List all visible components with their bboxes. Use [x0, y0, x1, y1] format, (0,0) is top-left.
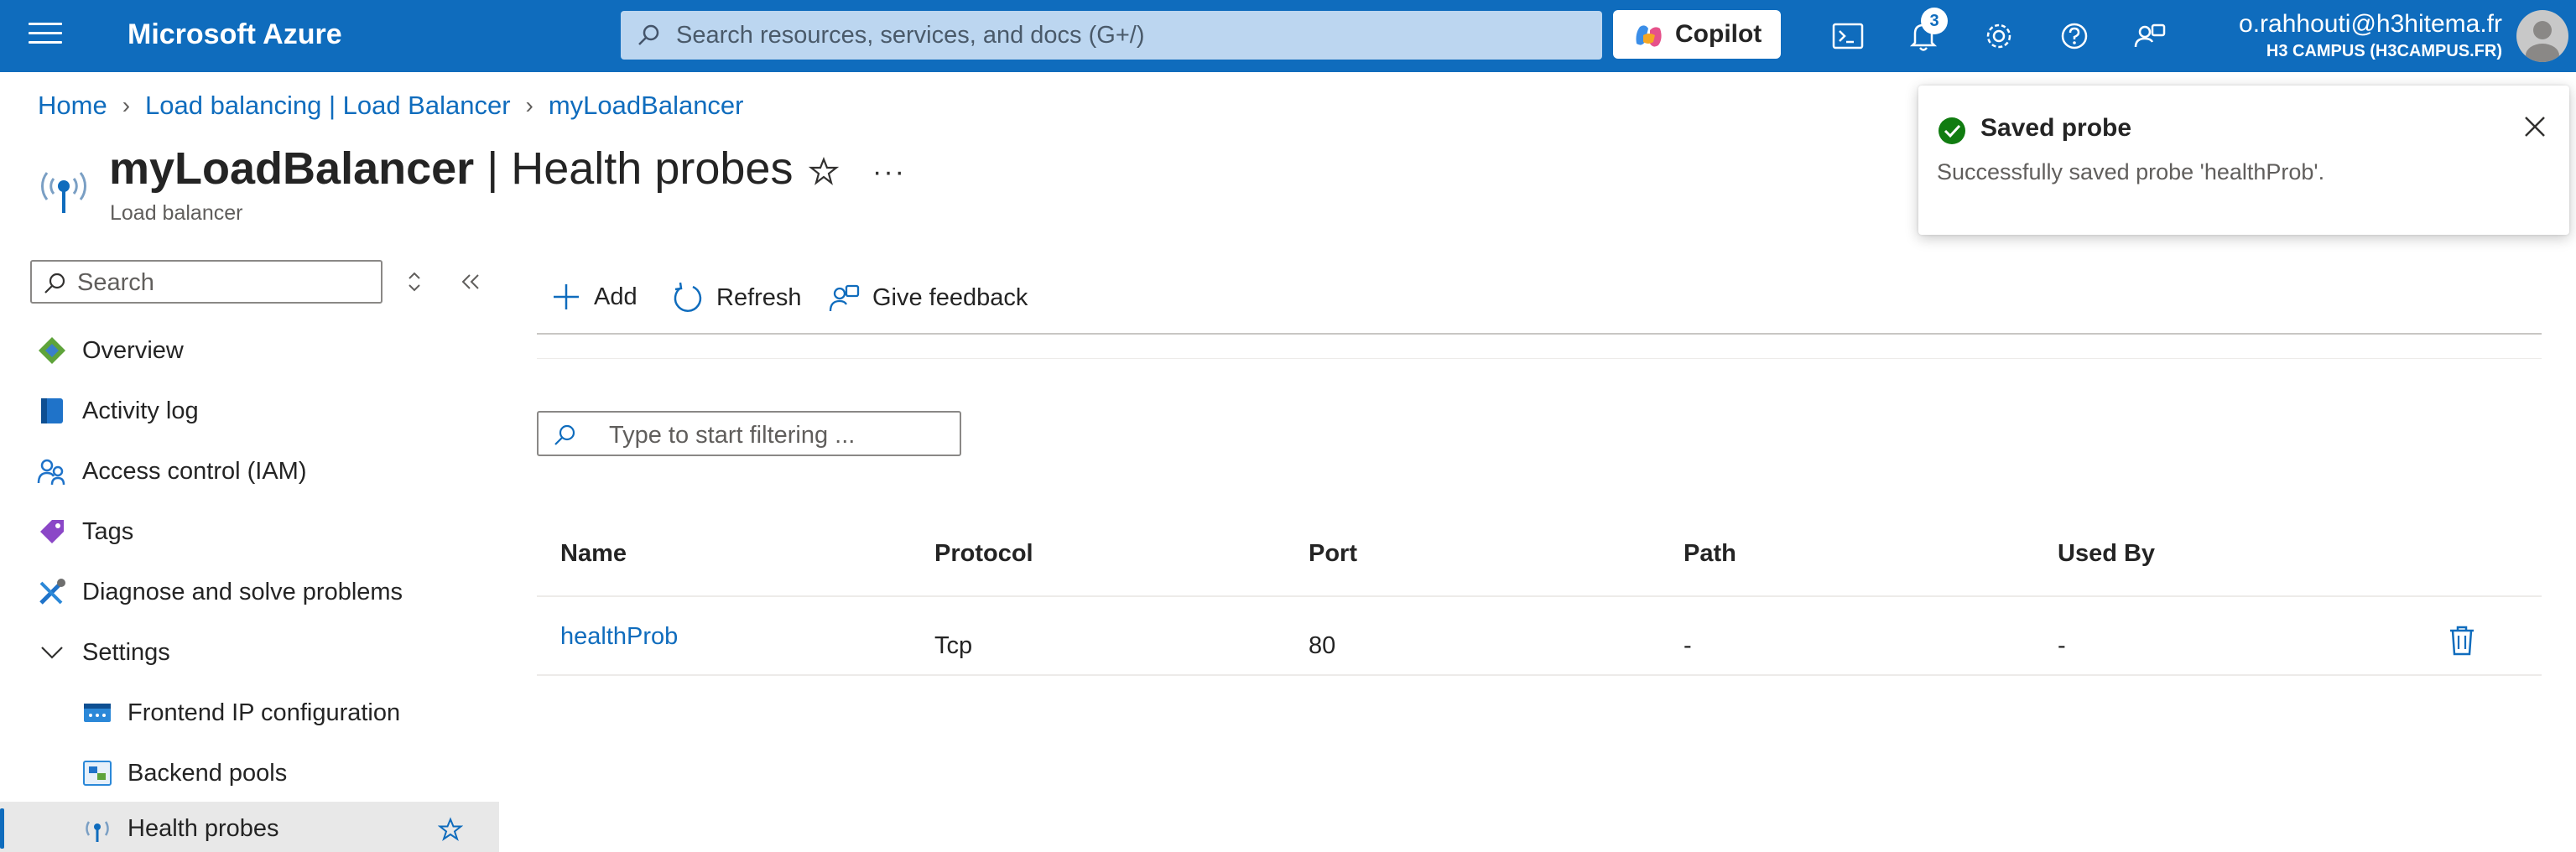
close-icon[interactable] [2521, 112, 2549, 141]
refresh-icon [674, 282, 702, 312]
breadcrumb-load-balancing[interactable]: Load balancing | Load Balancer [145, 91, 511, 121]
column-header-name[interactable]: Name [560, 540, 627, 568]
chevron-right-icon: › [525, 92, 533, 118]
breadcrumb-home[interactable]: Home [38, 91, 107, 121]
chevron-right-icon: › [122, 92, 131, 118]
search-icon [44, 273, 65, 294]
search-icon [554, 424, 575, 445]
activity-log-icon [41, 398, 63, 423]
sidebar-item-health-probes[interactable]: Health probes [0, 802, 499, 852]
resource-name: myLoadBalancer [109, 143, 475, 194]
probe-protocol: Tcp [934, 632, 973, 659]
resource-type-subtitle: Load balancer [110, 201, 243, 225]
iam-icon [37, 459, 65, 486]
feedback-icon [829, 284, 860, 312]
sidebar-item-label: Access control (IAM) [82, 458, 307, 485]
sidebar-item-activity-log[interactable]: Activity log [0, 384, 499, 438]
sidebar-item-label: Backend pools [127, 760, 288, 787]
filter-placeholder: Type to start filtering ... [609, 422, 856, 449]
more-options-button[interactable]: ··· [872, 156, 906, 189]
column-header-path[interactable]: Path [1684, 540, 1736, 568]
account-tenant: H3 CAMPUS (H3CAMPUS.FR) [2266, 42, 2502, 60]
table-header-divider [537, 595, 2542, 597]
cloud-shell-icon[interactable] [1827, 15, 1869, 57]
title-separator: | [487, 143, 499, 194]
filter-input[interactable]: Type to start filtering ... [537, 411, 961, 456]
avatar-person-icon [2526, 21, 2559, 62]
sidebar-item-settings[interactable]: Settings [0, 626, 499, 679]
sidebar-item-label: Health probes [127, 815, 279, 842]
sidebar-search-input[interactable]: Search [30, 260, 382, 304]
column-header-protocol[interactable]: Protocol [934, 540, 1033, 568]
sidebar-item-frontend-ip[interactable]: Frontend IP configuration [0, 686, 499, 740]
chevron-down-icon [41, 647, 63, 659]
give-feedback-button[interactable]: Give feedback [827, 281, 1028, 314]
toast-title: Saved probe [1980, 114, 2132, 142]
feedback-icon[interactable] [2129, 15, 2171, 57]
success-check-icon [1939, 117, 1965, 144]
sidebar-item-label: Settings [82, 639, 170, 666]
gear-icon[interactable] [1978, 15, 2020, 57]
sidebar-item-label: Overview [82, 337, 184, 364]
favorite-star-icon[interactable] [809, 156, 839, 186]
portal-brand[interactable]: Microsoft Azure [127, 18, 342, 51]
copilot-icon [1636, 25, 1662, 47]
search-icon [638, 24, 659, 45]
give-feedback-label: Give feedback [872, 283, 1028, 311]
help-icon[interactable] [2053, 15, 2095, 57]
success-toast-notification: Saved probe Successfully saved probe 'he… [1918, 86, 2569, 235]
page-title: myLoadBalancer | Health probes [109, 143, 793, 195]
sidebar-item-label: Frontend IP configuration [127, 699, 401, 726]
blade-name: Health probes [511, 143, 794, 194]
refresh-label: Refresh [716, 283, 802, 311]
expand-collapse-all-icon[interactable] [404, 267, 424, 297]
probe-path: - [1684, 632, 1692, 659]
probe-port: 80 [1309, 632, 1336, 659]
sidebar-item-overview[interactable]: Overview [0, 324, 499, 377]
toast-message: Successfully saved probe 'healthProb'. [1937, 159, 2325, 184]
sidebar-item-label: Tags [82, 518, 134, 545]
collapse-sidebar-icon[interactable] [458, 267, 483, 297]
add-label: Add [594, 283, 637, 310]
global-search-placeholder: Search resources, services, and docs (G+… [676, 22, 1145, 49]
column-header-used-by[interactable]: Used By [2058, 540, 2155, 568]
sidebar-item-label: Activity log [82, 397, 199, 424]
delete-trash-icon[interactable] [2448, 624, 2476, 657]
plus-icon [554, 284, 579, 309]
frontend-ip-icon [84, 704, 111, 722]
avatar[interactable] [2516, 10, 2568, 62]
section-divider [537, 358, 2542, 359]
sidebar-search-placeholder: Search [77, 269, 154, 296]
account-info[interactable]: o.rahhouti@h3hitema.fr H3 CAMPUS (H3CAMP… [2239, 8, 2502, 62]
wrench-icon [39, 579, 65, 605]
global-search-input[interactable]: Search resources, services, and docs (G+… [621, 11, 1602, 60]
tag-icon [40, 520, 64, 543]
copilot-label: Copilot [1675, 20, 1762, 48]
probe-name-link[interactable]: healthProb [560, 623, 678, 650]
top-bar: Microsoft Azure Search resources, servic… [0, 0, 2576, 72]
sidebar-item-access-control[interactable]: Access control (IAM) [0, 444, 499, 498]
sidebar-item-backend-pools[interactable]: Backend pools [0, 746, 499, 800]
hamburger-menu-icon[interactable] [29, 23, 62, 49]
copilot-button[interactable]: Copilot [1613, 10, 1781, 59]
load-balancer-icon [41, 172, 86, 213]
table-row-divider [537, 674, 2542, 676]
refresh-button[interactable]: Refresh [671, 281, 802, 314]
sidebar-item-diagnose[interactable]: Diagnose and solve problems [0, 565, 499, 619]
backend-pool-icon [83, 761, 112, 786]
breadcrumb-resource[interactable]: myLoadBalancer [549, 91, 744, 121]
breadcrumb: Home › Load balancing | Load Balancer › … [38, 91, 744, 121]
notification-count-badge: 3 [1921, 8, 1948, 34]
favorite-star-icon[interactable] [438, 817, 463, 842]
sidebar-item-label: Diagnose and solve problems [82, 579, 403, 605]
health-probe-icon [86, 821, 109, 842]
sidebar-item-tags[interactable]: Tags [0, 505, 499, 558]
overview-icon [39, 337, 65, 364]
add-button[interactable]: Add [550, 281, 637, 313]
probe-used-by: - [2058, 632, 2066, 659]
account-email: o.rahhouti@h3hitema.fr [2239, 10, 2502, 38]
command-bar-divider [537, 333, 2542, 335]
column-header-port[interactable]: Port [1309, 540, 1357, 568]
